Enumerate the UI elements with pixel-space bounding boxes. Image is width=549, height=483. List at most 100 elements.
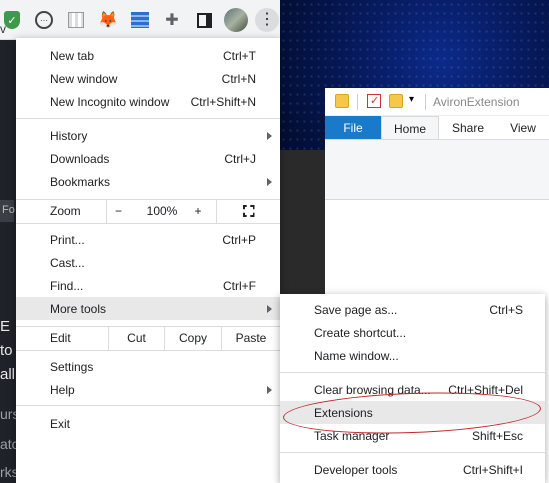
- menu-item-new-incognito-window[interactable]: New Incognito window Ctrl+Shift+N: [16, 90, 280, 113]
- more-tools-submenu: Save page as... Ctrl+S Create shortcut..…: [280, 294, 545, 483]
- menu-item-label: Downloads: [50, 151, 110, 166]
- ring-extension-icon[interactable]: ⋯: [34, 10, 54, 30]
- menu-item-label: Exit: [50, 416, 71, 431]
- menu-item-label: Find...: [50, 278, 84, 293]
- tab-home[interactable]: Home: [381, 116, 439, 139]
- browser-toolbar: v ✓ ⋯ 🦊 ✚ ⋮: [0, 0, 280, 40]
- new-folder-icon[interactable]: [389, 94, 403, 108]
- menu-divider: [16, 350, 280, 351]
- menu-divider: [16, 405, 280, 406]
- zoom-in-button[interactable]: +: [186, 199, 210, 223]
- submenu-arrow-icon: [267, 131, 272, 140]
- menu-item-bookmarks[interactable]: Bookmarks: [16, 170, 280, 193]
- fullscreen-icon: [243, 205, 255, 217]
- tab-share[interactable]: Share: [439, 116, 497, 139]
- submenu-item-label: Create shortcut...: [314, 326, 407, 340]
- menu-item-find[interactable]: Find... Ctrl+F: [16, 274, 280, 297]
- menu-item-cast[interactable]: Cast...: [16, 251, 280, 274]
- submenu-item-label: Name window...: [314, 349, 399, 363]
- submenu-item-shortcut: Ctrl+S: [489, 303, 523, 317]
- menu-item-settings[interactable]: Settings: [16, 355, 280, 378]
- explorer-title-bar: ▾ AvironExtension: [325, 88, 549, 116]
- more-menu-icon[interactable]: ⋮: [255, 8, 279, 32]
- chrome-main-menu: New tab Ctrl+T New window Ctrl+N New Inc…: [16, 38, 280, 483]
- menu-item-more-tools[interactable]: More tools: [16, 297, 280, 320]
- submenu-item-create-shortcut[interactable]: Create shortcut...: [280, 321, 545, 344]
- submenu-item-label: Developer tools: [314, 463, 398, 477]
- edit-label: Edit: [50, 331, 71, 345]
- submenu-arrow-icon: [267, 304, 272, 313]
- menu-item-shortcut: Ctrl+Shift+N: [190, 94, 256, 109]
- submenu-item-developer-tools[interactable]: Developer tools Ctrl+Shift+I: [280, 458, 545, 481]
- menu-item-label: Cast...: [50, 255, 85, 270]
- fullscreen-button[interactable]: [216, 199, 280, 223]
- background-text: to: [0, 342, 13, 359]
- menu-item-label: New Incognito window: [50, 94, 170, 109]
- submenu-item-shortcut: Ctrl+Shift+Del: [448, 383, 523, 397]
- menu-item-label: New window: [50, 71, 118, 86]
- menu-item-shortcut: Ctrl+T: [223, 48, 256, 63]
- submenu-item-extensions[interactable]: Extensions: [280, 401, 545, 424]
- explorer-ribbon-tabs: File Home Share View: [325, 116, 549, 140]
- submenu-item-label: Task manager: [314, 429, 390, 443]
- menu-item-shortcut: Ctrl+P: [222, 232, 256, 247]
- side-panel-icon[interactable]: [194, 10, 214, 30]
- explorer-title: AvironExtension: [433, 95, 520, 109]
- submenu-item-task-manager[interactable]: Task manager Shift+Esc: [280, 424, 545, 447]
- menu-item-label: Bookmarks: [50, 174, 111, 189]
- menu-item-label: New tab: [50, 48, 95, 63]
- menu-item-label: More tools: [50, 301, 107, 316]
- divider: [357, 94, 358, 110]
- menu-item-print[interactable]: Print... Ctrl+P: [16, 228, 280, 251]
- metamask-fox-icon[interactable]: 🦊: [98, 10, 118, 30]
- submenu-item-shortcut: Ctrl+Shift+I: [462, 463, 523, 477]
- menu-item-shortcut: Ctrl+N: [221, 71, 256, 86]
- profile-avatar[interactable]: [224, 8, 248, 32]
- submenu-item-clear-browsing-data[interactable]: Clear browsing data... Ctrl+Shift+Del: [280, 378, 545, 401]
- cut-button[interactable]: Cut: [108, 326, 164, 350]
- menu-item-history[interactable]: History: [16, 124, 280, 147]
- submenu-divider: [280, 452, 545, 453]
- background-strip: Fo: [0, 200, 15, 222]
- properties-icon[interactable]: [367, 94, 381, 108]
- folder-icon[interactable]: [335, 94, 349, 108]
- menu-zoom-row: Zoom − 100% +: [16, 199, 280, 223]
- menu-item-downloads[interactable]: Downloads Ctrl+J: [16, 147, 280, 170]
- background-text: E: [0, 318, 11, 335]
- paste-button[interactable]: Paste: [221, 326, 280, 350]
- zoom-out-button[interactable]: −: [106, 199, 130, 223]
- menu-item-shortcut: Ctrl+J: [224, 151, 256, 166]
- dropdown-icon[interactable]: ▾: [409, 94, 423, 108]
- copy-button[interactable]: Copy: [164, 326, 221, 350]
- explorer-ribbon: [325, 140, 549, 200]
- submenu-item-label: Extensions: [314, 406, 373, 420]
- submenu-item-label: Clear browsing data...: [314, 383, 431, 397]
- submenu-item-shortcut: Shift+Esc: [471, 429, 523, 443]
- puzzle-icon[interactable]: ✚: [162, 10, 182, 30]
- menu-divider: [16, 223, 280, 224]
- menu-item-label: Settings: [50, 359, 94, 374]
- menu-item-label: History: [50, 128, 88, 143]
- menu-item-label: Print...: [50, 232, 85, 247]
- submenu-item-name-window[interactable]: Name window...: [280, 344, 545, 367]
- submenu-item-label: Save page as...: [314, 303, 398, 317]
- tab-view[interactable]: View: [497, 116, 549, 139]
- divider: [425, 94, 426, 110]
- menu-item-new-tab[interactable]: New tab Ctrl+T: [16, 44, 280, 67]
- menu-item-help[interactable]: Help: [16, 378, 280, 401]
- background-text: all: [0, 366, 16, 383]
- submenu-divider: [280, 372, 545, 373]
- zoom-level: 100%: [146, 204, 178, 218]
- striped-extension-icon[interactable]: [130, 10, 150, 30]
- zoom-label: Zoom: [50, 204, 81, 218]
- tab-file[interactable]: File: [325, 116, 381, 139]
- menu-item-new-window[interactable]: New window Ctrl+N: [16, 67, 280, 90]
- menu-edit-row: Edit Cut Copy Paste: [16, 326, 280, 350]
- shield-icon[interactable]: ✓: [2, 10, 22, 30]
- submenu-item-save-page[interactable]: Save page as... Ctrl+S: [280, 298, 545, 321]
- submenu-arrow-icon: [267, 385, 272, 394]
- menu-item-exit[interactable]: Exit: [16, 412, 280, 435]
- submenu-arrow-icon: [267, 177, 272, 186]
- menu-item-shortcut: Ctrl+F: [223, 278, 256, 293]
- grid-extension-icon[interactable]: [66, 10, 86, 30]
